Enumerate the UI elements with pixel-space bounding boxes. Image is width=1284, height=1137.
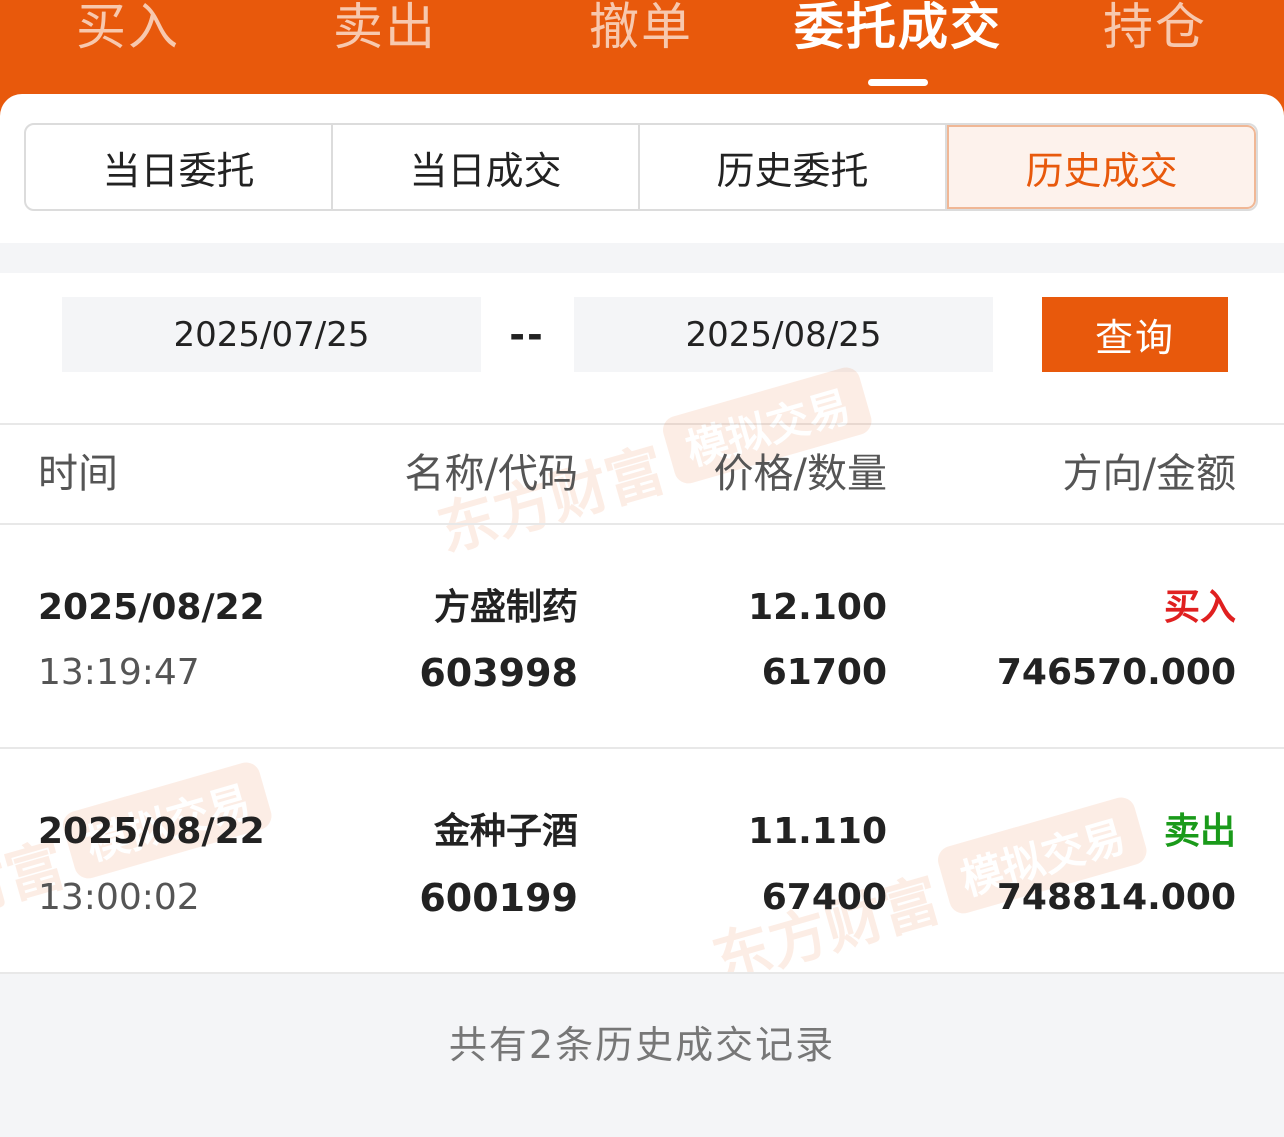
content-panel: 当日委托 当日成交 历史委托 历史成交 2025/07/25 -- 2025/0…	[0, 94, 1284, 1137]
divider	[0, 423, 1284, 425]
top-tab-sell[interactable]: 卖出	[275, 0, 495, 62]
trade-price: 12.100	[748, 587, 887, 628]
trade-time: 13:00:02	[38, 877, 200, 918]
section-divider	[0, 243, 1284, 273]
trade-quantity: 67400	[761, 877, 887, 918]
sub-tab-history-orders[interactable]: 历史委托	[640, 125, 947, 209]
watermark: 东方财富模拟交易	[0, 759, 279, 963]
column-header-name-code: 名称/代码	[404, 451, 578, 497]
summary-footer: 共有2条历史成交记录	[0, 974, 1284, 1137]
trade-date: 2025/08/22	[38, 587, 265, 628]
column-header-time: 时间	[38, 451, 118, 497]
trade-date: 2025/08/22	[38, 811, 265, 852]
query-button[interactable]: 查询	[1042, 297, 1228, 372]
trade-direction: 卖出	[1163, 811, 1236, 852]
stock-name: 方盛制药	[433, 587, 578, 628]
trade-amount: 746570.000	[996, 652, 1236, 693]
divider	[0, 523, 1284, 525]
sub-tab-group: 当日委托 当日成交 历史委托 历史成交	[24, 123, 1258, 211]
top-tab-positions[interactable]: 持仓	[1045, 0, 1265, 62]
end-date-field[interactable]: 2025/08/25	[574, 297, 993, 372]
active-tab-indicator	[868, 79, 928, 86]
date-range-separator: --	[509, 312, 545, 357]
sub-tab-today-trades[interactable]: 当日成交	[333, 125, 640, 209]
sub-tab-history-trades[interactable]: 历史成交	[947, 125, 1256, 209]
trade-price: 11.110	[748, 811, 887, 852]
trade-direction: 买入	[1163, 587, 1236, 628]
top-tab-buy[interactable]: 买入	[18, 0, 238, 62]
trade-amount: 748814.000	[996, 877, 1236, 918]
record-count-text: 共有2条历史成交记录	[448, 1023, 836, 1067]
start-date-field[interactable]: 2025/07/25	[62, 297, 481, 372]
column-header-direction-amount: 方向/金额	[1062, 451, 1236, 497]
top-tab-orders-trades[interactable]: 委托成交	[788, 0, 1008, 62]
column-header-price-quantity: 价格/数量	[713, 451, 887, 497]
stock-name: 金种子酒	[433, 811, 578, 852]
stock-code: 603998	[419, 651, 578, 695]
stock-code: 600199	[419, 876, 578, 920]
divider	[0, 747, 1284, 749]
trade-time: 13:19:47	[38, 652, 200, 693]
trade-quantity: 61700	[761, 652, 887, 693]
sub-tab-today-orders[interactable]: 当日委托	[26, 125, 333, 209]
top-tab-cancel[interactable]: 撤单	[531, 0, 751, 62]
